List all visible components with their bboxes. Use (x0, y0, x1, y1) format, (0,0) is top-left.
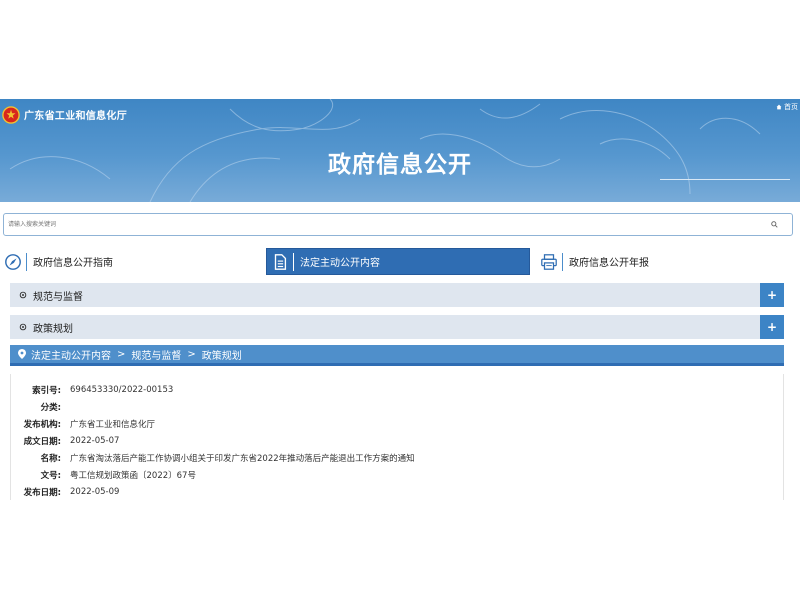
meta-row-written-date: 成文日期: 2022-05-07 (11, 432, 785, 449)
bullet-icon (19, 291, 27, 299)
meta-label: 文号: (40, 470, 61, 481)
tab-separator (26, 252, 27, 271)
breadcrumb-item[interactable]: 规范与监督 (131, 347, 181, 362)
breadcrumb: 法定主动公开内容 > 规范与监督 > 政策规划 (10, 345, 784, 366)
meta-label: 索引号: (32, 385, 61, 396)
tab-label: 法定主动公开内容 (300, 258, 380, 269)
tab-label: 政府信息公开年报 (569, 258, 649, 269)
search-icon[interactable] (771, 221, 778, 228)
tab-separator (293, 252, 294, 271)
national-emblem-icon (2, 106, 20, 124)
meta-row-publish-date: 发布日期: 2022-05-09 (11, 483, 785, 500)
tab-disclosure-guide[interactable]: 政府信息公开指南 (0, 248, 262, 275)
bullet-icon (19, 323, 27, 331)
breadcrumb-separator: > (187, 348, 196, 360)
search-bar[interactable] (3, 213, 793, 236)
meta-value: 粤工信规划政策函〔2022〕67号 (70, 470, 196, 481)
tab-separator (562, 252, 563, 271)
header-banner: 广东省工业和信息化厅 首页 政府信息公开 (0, 99, 800, 202)
breadcrumb-separator: > (117, 348, 126, 360)
home-label[interactable]: 首页 (784, 102, 798, 112)
search-input[interactable] (8, 215, 748, 234)
page-title: 政府信息公开 (328, 152, 472, 178)
meta-row-doc-number: 文号: 粤工信规划政策函〔2022〕67号 (11, 466, 785, 483)
panel-regulation-supervision[interactable]: 规范与监督 + (10, 283, 784, 307)
meta-label: 成文日期: (23, 436, 61, 447)
meta-value: 广东省淘汰落后产能工作协调小组关于印发广东省2022年推动落后产能退出工作方案的… (70, 453, 415, 464)
home-icon (776, 104, 782, 110)
expand-button[interactable]: + (760, 315, 784, 339)
section-tabs: 政府信息公开指南 法定主动公开内容 政府信息公开年报 (0, 248, 800, 275)
meta-label: 名称: (40, 453, 61, 464)
document-metadata: 索引号: 696453330/2022-00153 分类: 发布机构: 广东省工… (10, 374, 784, 500)
home-link[interactable]: 首页 (776, 102, 798, 112)
breadcrumb-item[interactable]: 法定主动公开内容 (31, 347, 111, 362)
compass-icon (5, 253, 21, 270)
document-icon (274, 253, 287, 270)
expand-button[interactable]: + (760, 283, 784, 307)
panel-label: 规范与监督 (33, 291, 83, 303)
meta-value: 2022-05-07 (70, 435, 120, 446)
meta-row-category: 分类: (11, 398, 785, 415)
breadcrumb-item[interactable]: 政策规划 (202, 347, 242, 362)
tab-annual-report[interactable]: 政府信息公开年报 (536, 248, 800, 275)
meta-label: 发布日期: (23, 487, 61, 498)
meta-row-index: 索引号: 696453330/2022-00153 (11, 381, 785, 398)
meta-value: 2022-05-09 (70, 486, 120, 497)
meta-value: 696453330/2022-00153 (70, 384, 174, 395)
meta-label: 分类: (40, 402, 61, 413)
meta-label: 发布机构: (23, 419, 61, 430)
site-name[interactable]: 广东省工业和信息化厅 (24, 107, 127, 122)
meta-value: 广东省工业和信息化厅 (70, 419, 156, 430)
tab-label: 政府信息公开指南 (33, 258, 113, 269)
location-pin-icon (18, 349, 26, 359)
banner-divider (660, 179, 790, 180)
meta-row-name: 名称: 广东省淘汰落后产能工作协调小组关于印发广东省2022年推动落后产能退出工… (11, 449, 785, 466)
tab-statutory-content[interactable]: 法定主动公开内容 (266, 248, 530, 275)
panel-policy-planning[interactable]: 政策规划 + (10, 315, 784, 339)
printer-icon (541, 253, 557, 270)
meta-row-publisher: 发布机构: 广东省工业和信息化厅 (11, 415, 785, 432)
panel-label: 政策规划 (33, 323, 73, 335)
